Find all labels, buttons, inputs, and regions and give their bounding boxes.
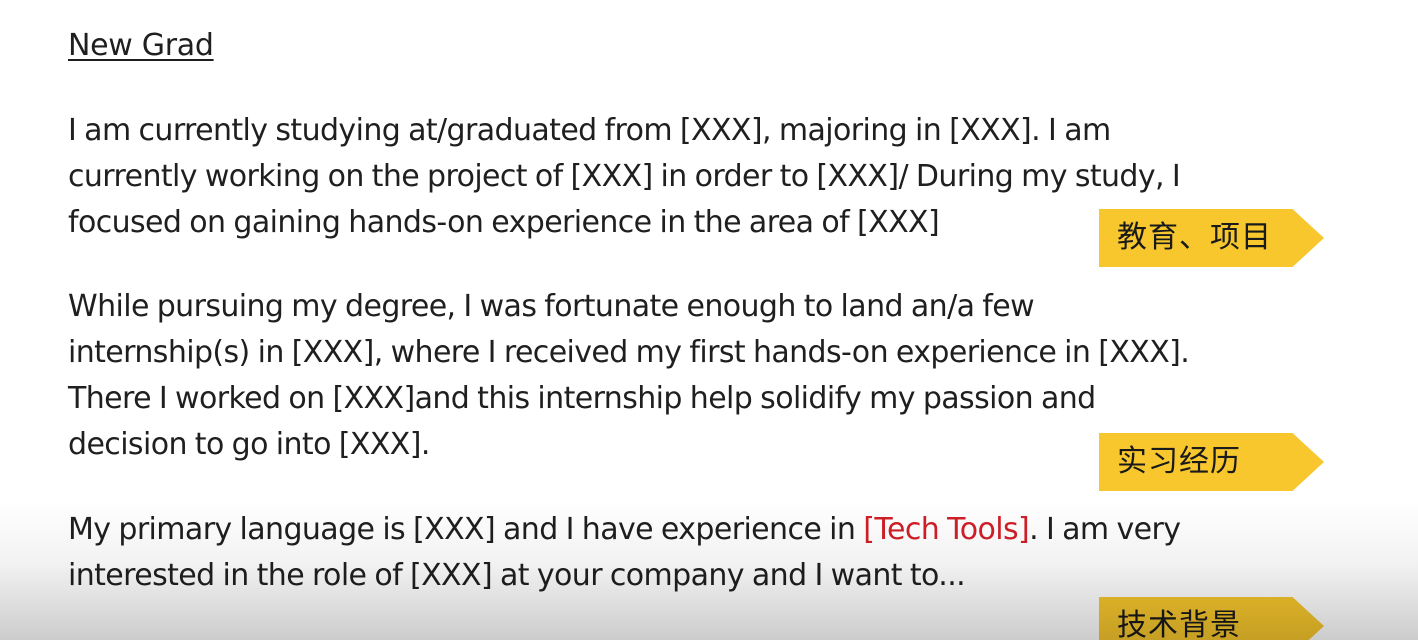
tag-label: 技术背景 <box>1117 608 1241 640</box>
tag-label: 实习经历 <box>1117 444 1241 479</box>
paragraph-line: decision to go into [XXX]. <box>68 427 430 462</box>
paragraph-line: internship(s) in [XXX], where I received… <box>68 335 1190 370</box>
page-title: New Grad <box>68 28 214 63</box>
paragraph-line: I am currently studying at/graduated fro… <box>68 113 1111 148</box>
internship-experience-tag: 实习经历 <box>1099 433 1324 491</box>
paragraph-line: interested in the role of [XXX] at your … <box>68 558 966 593</box>
tech-background-tag: 技术背景 <box>1099 597 1324 640</box>
tech-tools-highlight: [Tech Tools] <box>863 512 1030 547</box>
paragraph-line: While pursuing my degree, I was fortunat… <box>68 289 1035 324</box>
paragraph-line: currently working on the project of [XXX… <box>68 159 1181 194</box>
paragraph-text: My primary language is [XXX] and I have … <box>68 512 864 547</box>
tag-label: 教育、项目 <box>1117 220 1272 255</box>
paragraph-text: . I am very <box>1029 512 1181 547</box>
education-paragraph: I am currently studying at/graduated fro… <box>68 108 1181 246</box>
paragraph-line: There I worked on [XXX]and this internsh… <box>68 381 1096 416</box>
education-project-tag: 教育、项目 <box>1099 209 1324 267</box>
internship-paragraph: While pursuing my degree, I was fortunat… <box>68 284 1190 468</box>
tech-background-paragraph: My primary language is [XXX] and I have … <box>68 507 1181 599</box>
paragraph-line: My primary language is [XXX] and I have … <box>68 507 1181 553</box>
paragraph-line: focused on gaining hands-on experience i… <box>68 205 940 240</box>
